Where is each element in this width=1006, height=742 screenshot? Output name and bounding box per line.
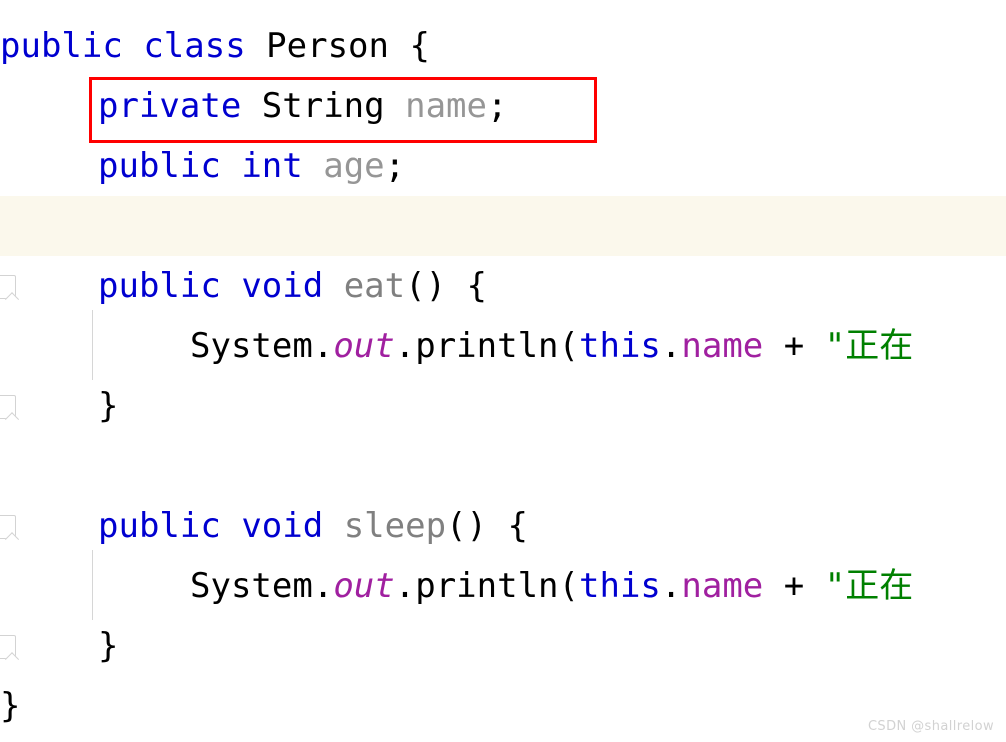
code-token-member: out <box>333 566 395 606</box>
code-line[interactable]: public void sleep() { <box>0 496 1006 556</box>
code-token-punct: () { <box>405 266 487 306</box>
code-line[interactable]: public void eat() { <box>0 256 1006 316</box>
code-fold-marker-icon[interactable] <box>0 515 16 539</box>
code-line-text: } <box>98 376 118 436</box>
code-token-method: sleep <box>343 506 447 546</box>
code-token-keyword: public <box>98 146 221 186</box>
code-line[interactable]: private String name; <box>0 76 1006 136</box>
code-token-plain: println <box>415 566 559 606</box>
code-token-punct: ( <box>558 326 579 366</box>
code-token-string: "正在 <box>824 566 914 606</box>
code-line[interactable]: } <box>0 676 1006 736</box>
code-token-member: out <box>333 326 395 366</box>
code-token-classname: Person <box>266 26 389 66</box>
code-token-plain: println <box>415 326 559 366</box>
code-token-varfield: name <box>681 326 764 366</box>
code-line-text: } <box>0 676 20 736</box>
code-token-plain: System <box>190 566 313 606</box>
code-line-text: } <box>98 616 118 676</box>
code-token-keyword: private <box>98 86 242 126</box>
code-token-punct: } <box>98 386 119 426</box>
code-fold-marker-icon[interactable] <box>0 395 16 419</box>
code-token-punct: . <box>394 566 416 606</box>
code-token-punct: + <box>783 566 805 606</box>
code-token-varfield: name <box>681 566 764 606</box>
screenshot-root: public class Person {private String name… <box>0 0 1006 742</box>
code-line-text: public void sleep() { <box>98 496 528 556</box>
code-token-punct: . <box>660 566 682 606</box>
code-token-keyword: public <box>98 266 221 306</box>
code-line[interactable] <box>0 196 1006 256</box>
code-line-text: public int age; <box>98 136 405 196</box>
code-line-text: public void eat() { <box>98 256 487 316</box>
code-token-keyword: public <box>0 26 123 66</box>
code-line-text: public class Person { <box>0 16 430 76</box>
code-token-keyword: public <box>98 506 221 546</box>
code-token-punct: + <box>783 326 805 366</box>
code-token-type: String <box>261 86 385 126</box>
code-token-punct: ( <box>558 566 579 606</box>
code-line[interactable]: System.out.println(this.name + "正在 <box>0 556 1006 616</box>
code-token-method: eat <box>343 266 406 306</box>
code-line[interactable]: public class Person { <box>0 16 1006 76</box>
code-token-punct: () { <box>446 506 528 546</box>
code-token-punct: . <box>394 326 416 366</box>
code-token-punct: } <box>98 626 119 666</box>
code-token-punct: ; <box>384 146 406 186</box>
code-line-text: private String name; <box>98 76 507 136</box>
code-token-punct: . <box>312 326 334 366</box>
code-token-punct: ; <box>486 86 508 126</box>
code-token-plain: System <box>190 326 313 366</box>
code-line[interactable] <box>0 436 1006 496</box>
code-token-punct: } <box>0 686 21 726</box>
code-token-punct: . <box>660 326 682 366</box>
watermark-text: CSDN @shallrelow <box>867 719 994 734</box>
code-token-keyword: void <box>241 506 324 546</box>
code-token-field: age <box>323 146 385 186</box>
code-editor[interactable]: public class Person {private String name… <box>0 0 1006 742</box>
code-token-this: this <box>579 566 661 606</box>
code-line[interactable]: System.out.println(this.name + "正在 <box>0 316 1006 376</box>
code-token-string: "正在 <box>824 326 914 366</box>
code-fold-marker-icon[interactable] <box>0 635 16 659</box>
code-line-text: System.out.println(this.name + "正在 <box>190 316 913 376</box>
code-token-this: this <box>579 326 661 366</box>
code-token-keyword: int <box>241 146 303 186</box>
code-token-punct: . <box>312 566 334 606</box>
code-token-field: name <box>405 86 487 126</box>
code-line[interactable]: public int age; <box>0 136 1006 196</box>
code-line-text: System.out.println(this.name + "正在 <box>190 556 913 616</box>
code-token-punct: { <box>409 26 430 66</box>
code-token-keyword: class <box>143 26 246 66</box>
code-fold-marker-icon[interactable] <box>0 275 16 299</box>
code-line[interactable]: } <box>0 616 1006 676</box>
code-token-keyword: void <box>241 266 324 306</box>
code-line[interactable]: } <box>0 376 1006 436</box>
